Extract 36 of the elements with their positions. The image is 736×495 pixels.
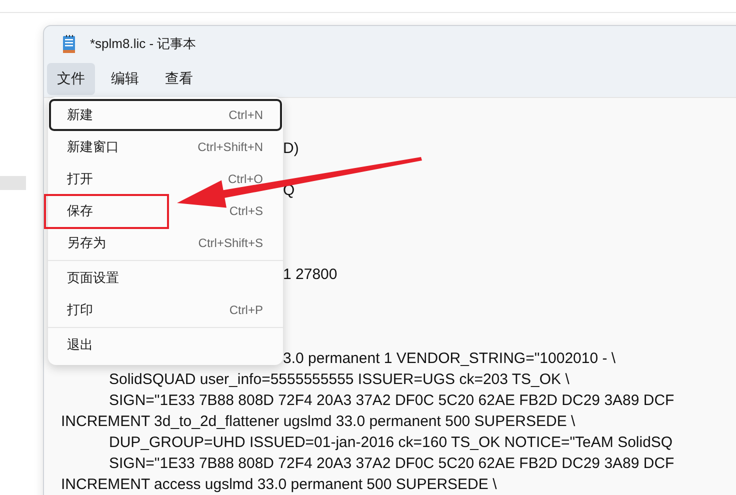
shortcut-text: Ctrl+O — [228, 172, 263, 186]
menu-item-label: 退出 — [67, 336, 93, 354]
menu-bar-item[interactable]: 查看 — [155, 63, 203, 95]
shortcut-text: Ctrl+Shift+S — [198, 236, 263, 250]
menu-item-label: 新建窗口 — [67, 138, 119, 156]
menu-item-label: 新建 — [67, 106, 93, 124]
menu-item-label: 打开 — [67, 170, 93, 188]
menu-item[interactable]: 打开 Ctrl+O — [49, 163, 282, 195]
shortcut-text: Ctrl+Shift+N — [198, 140, 263, 154]
shortcut-text: Ctrl+S — [229, 204, 263, 218]
menu-item-label: 页面设置 — [67, 269, 119, 287]
text-line: SolidSQUAD user_info=5555555555 ISSUER=UGS ck=203 TS_OK \ — [109, 371, 570, 388]
text-line: DUP_GROUP=UHD ISSUED=01-jan-2016 ck=160 TS_OK NOTICE="TeAM SolidSQ — [109, 434, 673, 451]
text-line: 1 27800 — [283, 266, 338, 283]
menu-item[interactable]: 新建 Ctrl+N — [49, 99, 282, 131]
menu-item[interactable]: 新建窗口 Ctrl+Shift+N — [49, 131, 282, 163]
shortcut-text: Ctrl+N — [228, 108, 263, 122]
text-line: 3.0 permanent 1 VENDOR_STRING="1002010 - \ — [283, 350, 616, 367]
menu-item[interactable]: 页面设置 — [49, 262, 282, 294]
window-edge — [0, 176, 26, 190]
text-line: SIGN="1E33 7B88 808D 72F4 20A3 37A2 DF0C 5C20 62AE FB2D DC29 3A89 DCF — [109, 392, 674, 409]
menu-item-label: 保存 — [67, 202, 93, 220]
menu-item[interactable]: 另存为 Ctrl+Shift+S — [49, 227, 282, 259]
text-line: D) — [283, 140, 299, 157]
menu-item[interactable]: 退出 — [49, 329, 282, 361]
text-line: INCREMENT access ugslmd 33.0 permanent 500 SUPERSEDE \ — [61, 476, 497, 493]
shortcut-text: Ctrl+P — [229, 303, 263, 317]
notepad-icon — [62, 34, 76, 52]
menu-item[interactable]: 打印 Ctrl+P — [49, 294, 282, 326]
window-title: *splm8.lic - 记事本 — [90, 34, 196, 52]
menu-item-label: 打印 — [67, 301, 93, 319]
menu-bar-item[interactable]: 文件 — [47, 63, 95, 95]
text-line: SIGN="1E33 7B88 808D 72F4 20A3 37A2 DF0C 5C20 62AE FB2D DC29 3A89 DCF — [109, 455, 674, 472]
menu-item-label: 另存为 — [67, 234, 106, 252]
text-line: INCREMENT 3d_to_2d_flattener ugslmd 33.0 permanent 500 SUPERSEDE \ — [61, 413, 576, 430]
menu-bar-item[interactable]: 编辑 — [101, 63, 149, 95]
